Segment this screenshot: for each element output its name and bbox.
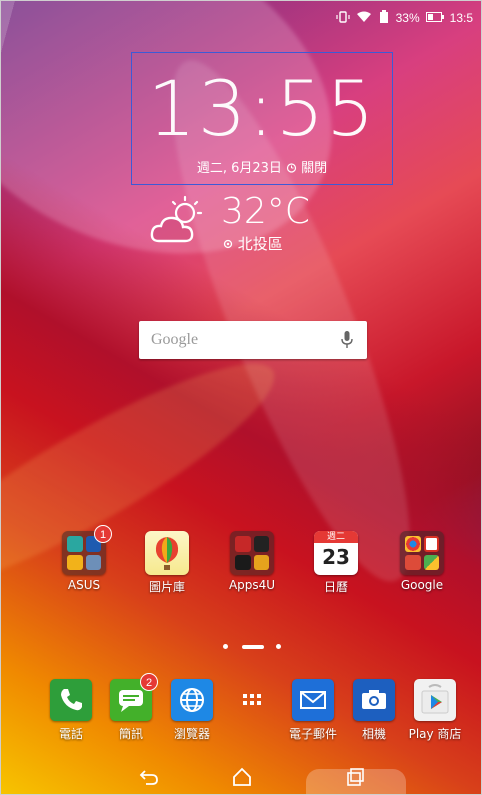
partly-cloudy-icon	[149, 195, 207, 247]
home-screen: 33% 13:5 13:55 週二, 6月23日 關閉 32°C 北投區 Goo…	[0, 0, 482, 795]
dock-messages[interactable]: 2 簡訊	[100, 673, 162, 742]
location-pin-icon	[223, 235, 238, 253]
app-label: 日曆	[323, 580, 348, 594]
contacts-icon	[67, 536, 83, 552]
app-label: ASUS	[67, 578, 101, 592]
game-icon	[253, 554, 269, 570]
gallery-balloon-icon	[145, 531, 189, 575]
app-calendar[interactable]: 週二 23 日曆	[306, 531, 366, 595]
dock-label: 瀏覽器	[173, 727, 210, 741]
app-folder-asus[interactable]: 1 ASUS	[54, 525, 114, 592]
page-indicator	[223, 644, 283, 650]
back-icon	[139, 770, 158, 785]
notification-badge: 1	[94, 525, 112, 543]
page-dot	[223, 644, 228, 649]
page-dot-active	[242, 645, 264, 649]
dock-label: 簡訊	[118, 727, 143, 741]
clock-time: 13:55	[147, 64, 377, 153]
dock-browser[interactable]: 瀏覽器	[161, 679, 223, 742]
folder-icon	[230, 531, 274, 575]
gmail-icon	[423, 536, 439, 552]
calendar-day: 23	[322, 545, 350, 569]
app-label: 圖片庫	[148, 580, 185, 594]
app-folder-google[interactable]: Google	[392, 531, 452, 592]
page-dot	[276, 644, 281, 649]
google-search-bar[interactable]: Google	[139, 321, 367, 359]
weather-location: 北投區	[223, 233, 283, 254]
app-label: Google	[400, 578, 444, 592]
status-bar: 33% 13:5	[336, 9, 473, 27]
dock-play-store[interactable]: Play 商店	[404, 679, 466, 742]
dock-label: 電子郵件	[288, 727, 337, 741]
zinio-icon	[235, 554, 251, 570]
recents-button[interactable]	[336, 764, 376, 790]
dock-camera[interactable]: 相機	[343, 679, 405, 742]
dock-label: 電話	[58, 727, 83, 741]
music-icon	[85, 554, 101, 570]
notification-badge: 2	[140, 673, 158, 691]
battery-saver-icon	[378, 9, 390, 27]
home-button[interactable]	[222, 764, 262, 790]
vibrate-icon	[336, 10, 350, 26]
app-label: Apps4U	[228, 578, 276, 592]
maps-icon	[423, 554, 439, 570]
google-plus-icon	[405, 554, 421, 570]
envelope-icon	[292, 679, 334, 721]
calendar-weekday: 週二	[314, 531, 358, 543]
status-time: 13:5	[449, 11, 473, 25]
kindle-icon	[253, 536, 269, 552]
chrome-icon	[405, 536, 421, 552]
dock-phone[interactable]: 電話	[40, 679, 102, 742]
wifi-icon	[356, 11, 372, 26]
dock-label: Play 商店	[408, 727, 462, 741]
messages-icon: 2	[110, 673, 158, 721]
all-apps-button[interactable]	[221, 679, 283, 725]
folder-icon: 1	[62, 525, 112, 575]
battery-icon	[425, 11, 444, 25]
search-placeholder: Google	[151, 331, 199, 348]
all-apps-grid-icon	[231, 679, 273, 721]
home-icon	[233, 767, 251, 786]
calendar-icon: 週二 23	[314, 531, 358, 575]
temperature: 32°C	[221, 191, 310, 232]
phone-icon	[50, 679, 92, 721]
folder-icon	[400, 531, 444, 575]
dock-email[interactable]: 電子郵件	[282, 679, 344, 742]
store-icon	[235, 536, 251, 552]
weather-widget[interactable]: 32°C 北投區	[149, 191, 329, 261]
alarm-status: 關閉	[301, 161, 328, 176]
navigation-bar	[1, 760, 481, 794]
dock-label: 相機	[361, 727, 386, 741]
back-button[interactable]	[129, 764, 169, 790]
play-store-icon	[414, 679, 456, 721]
alarm-icon	[286, 161, 301, 176]
app-folder-apps4u[interactable]: Apps4U	[222, 531, 282, 592]
location-name: 北投區	[237, 235, 283, 253]
app-gallery[interactable]: 圖片庫	[137, 531, 197, 595]
clock-date-line: 週二, 6月23日 關閉	[132, 157, 392, 176]
recents-icon	[347, 768, 364, 786]
file-manager-icon	[67, 554, 83, 570]
microphone-icon[interactable]	[341, 330, 353, 350]
clock-date: 週二, 6月23日	[196, 161, 282, 176]
clock-widget[interactable]: 13:55 週二, 6月23日 關閉	[131, 52, 393, 185]
camera-icon	[353, 679, 395, 721]
globe-icon	[171, 679, 213, 721]
battery-percent: 33%	[395, 11, 420, 25]
